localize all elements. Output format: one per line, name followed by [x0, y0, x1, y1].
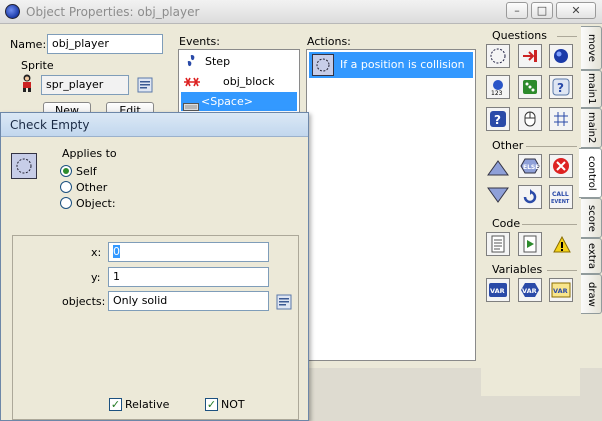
check-collision-icon[interactable] [518, 44, 542, 68]
action-item-check-empty[interactable]: If a position is collision free [309, 52, 473, 97]
radio-self-label: Self [76, 165, 97, 178]
not-label: NOT [221, 398, 245, 411]
actions-list[interactable]: If a position is collision free [306, 49, 476, 361]
check-question-icon[interactable]: ? [549, 75, 573, 99]
group-title-variables: Variables [492, 263, 543, 276]
group-divider [522, 224, 577, 225]
draw-variable-icon[interactable]: VAR [549, 278, 573, 302]
step-icon [184, 54, 198, 68]
relative-label: Relative [125, 398, 170, 411]
exit-event-icon[interactable] [549, 154, 573, 178]
name-label: Name: [10, 38, 47, 51]
sprite-preview-icon [20, 74, 34, 92]
group-divider [526, 146, 577, 147]
set-variable-icon[interactable]: VAR [486, 278, 510, 302]
keyboard-icon [183, 98, 199, 111]
radio-object[interactable] [60, 197, 72, 209]
sprite-label: Sprite [21, 59, 54, 72]
test-expression-icon[interactable]: ? [486, 107, 510, 131]
relative-checkbox[interactable]: ✓ [109, 398, 122, 411]
sprite-field[interactable]: spr_player [41, 75, 129, 95]
else-icon[interactable]: ELSE [518, 154, 542, 178]
event-item-step[interactable]: Step [181, 52, 297, 71]
group-title-questions: Questions [492, 29, 547, 42]
gamemaker-app-icon [5, 4, 20, 19]
test-chance-icon[interactable] [518, 75, 542, 99]
y-input[interactable]: 1 [108, 267, 269, 287]
arguments-panel: x: 0 y: 1 objects: Only solid ✓ Relative… [12, 235, 299, 420]
group-title-other: Other [492, 139, 524, 152]
check-grid-icon[interactable] [549, 107, 573, 131]
event-label: EVENT [551, 199, 570, 205]
group-divider [557, 36, 577, 37]
maximize-button[interactable]: □ [531, 2, 553, 19]
var-label: VAR [553, 287, 568, 295]
objects-menu-icon[interactable] [276, 294, 292, 310]
repeat-icon[interactable] [518, 185, 542, 209]
check-empty-dialog: Check Empty Applies to Self Other Object… [0, 112, 309, 421]
check-empty-icon [312, 54, 334, 76]
dialog-title: Check Empty [10, 118, 90, 132]
check-empty-palette-icon[interactable] [486, 44, 510, 68]
execute-code-icon[interactable] [486, 232, 510, 256]
objects-label: objects: [62, 295, 106, 308]
event-label: Step [205, 55, 231, 68]
radio-other[interactable] [60, 181, 72, 193]
tab-draw[interactable]: draw [581, 274, 602, 314]
name-input[interactable]: obj_player [47, 34, 163, 54]
var-label: VAR [490, 287, 505, 295]
instance-count-label: 123 [491, 90, 503, 96]
window-title: Object Properties: obj_player [26, 5, 200, 19]
execute-script-icon[interactable] [518, 232, 542, 256]
close-button[interactable]: ✕ [556, 2, 596, 19]
events-label: Events: [179, 35, 220, 48]
not-checkbox[interactable]: ✓ [205, 398, 218, 411]
action-palette: Questions 123 ? ? Other ELSE CALL EVENT C… [481, 26, 580, 396]
minimize-button[interactable]: – [506, 2, 528, 19]
end-block-icon[interactable] [486, 186, 510, 206]
tab-control[interactable]: control [579, 148, 602, 198]
x-label: x: [91, 246, 102, 259]
tab-score[interactable]: score [581, 198, 602, 238]
tab-extra[interactable]: extra [581, 238, 602, 274]
objects-field[interactable]: Only solid [108, 291, 269, 311]
sprite-menu-icon[interactable] [137, 77, 153, 93]
action-label: If a position is collision free [340, 58, 465, 97]
call-label: CALL [552, 191, 569, 198]
event-item-collision[interactable]: obj_block [181, 72, 297, 91]
test-instance-count-icon[interactable]: 123 [486, 75, 510, 99]
check-mouse-icon[interactable] [518, 107, 542, 131]
collision-icon [183, 75, 201, 87]
tab-main2[interactable]: main2 [581, 108, 602, 148]
y-label: y: [91, 271, 101, 284]
test-variable-icon[interactable]: VAR [518, 278, 542, 302]
tab-move[interactable]: move [581, 26, 602, 70]
check-object-icon[interactable] [549, 44, 573, 68]
call-event-icon[interactable]: CALL EVENT [549, 185, 573, 209]
event-item-key-space[interactable]: <Space> [181, 92, 297, 111]
check-empty-action-icon [11, 153, 37, 179]
applies-to-label: Applies to [62, 147, 117, 160]
event-label: obj_block [223, 75, 275, 88]
dialog-titlebar[interactable]: Check Empty [1, 113, 308, 137]
radio-object-label: Object: [76, 197, 116, 210]
tab-main1[interactable]: main1 [581, 70, 602, 108]
comment-warning-icon[interactable] [553, 235, 571, 254]
radio-self[interactable] [60, 165, 72, 177]
group-divider [547, 270, 577, 271]
x-value: 0 [113, 245, 120, 258]
group-title-code: Code [492, 217, 521, 230]
else-label: ELSE [523, 164, 539, 171]
event-label: <Space> [201, 95, 253, 108]
svg-text:?: ? [557, 81, 564, 95]
x-input[interactable]: 0 [108, 242, 269, 262]
radio-other-label: Other [76, 181, 108, 194]
svg-text:?: ? [494, 113, 501, 127]
var-label: VAR [522, 287, 537, 295]
main-titlebar[interactable]: Object Properties: obj_player – □ ✕ [0, 0, 602, 24]
start-block-icon[interactable] [486, 157, 510, 177]
actions-label: Actions: [307, 35, 351, 48]
